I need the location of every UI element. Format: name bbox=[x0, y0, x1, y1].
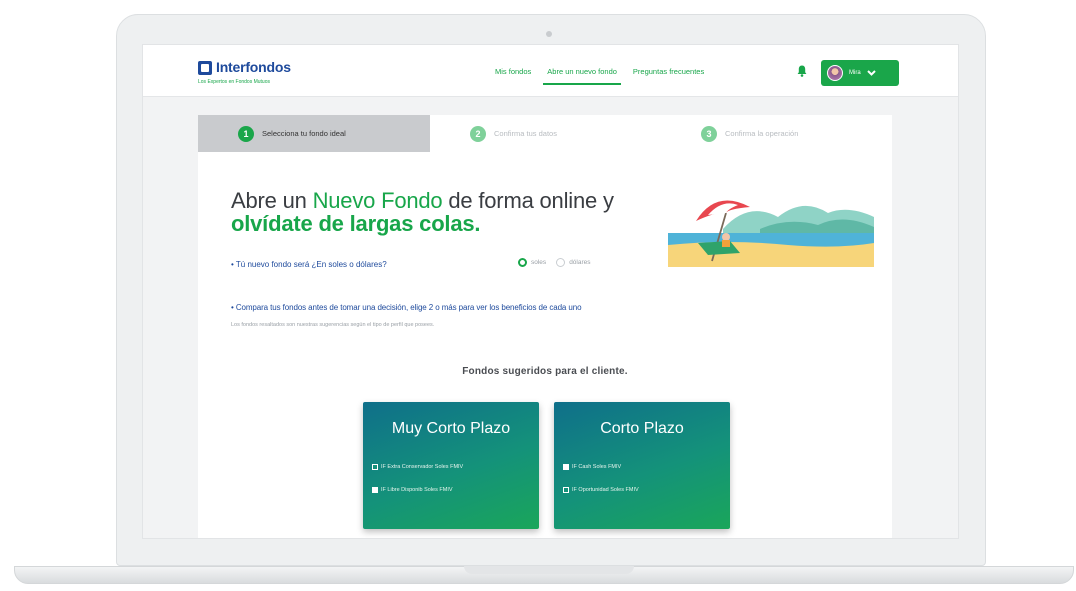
step-label: Selecciona tu fondo ideal bbox=[262, 129, 346, 138]
user-menu-button[interactable]: Mira bbox=[821, 60, 899, 86]
laptop-mockup: Interfondos Los Expertos en Fondos Mutuo… bbox=[0, 0, 1076, 591]
card-title: Muy Corto Plazo bbox=[391, 420, 511, 437]
page-headline: Abre un Nuevo Fondo de forma online y ol… bbox=[231, 189, 651, 235]
fund-option[interactable]: IF Extra Conservador Soles FMIV bbox=[372, 464, 463, 470]
step-number: 3 bbox=[701, 125, 717, 142]
card-title: Corto Plazo bbox=[600, 420, 684, 437]
main-nav: Mis fondos Abre un nuevo fondo Preguntas… bbox=[495, 67, 720, 85]
compare-instruction: • Compara tus fondos antes de tomar una … bbox=[231, 303, 582, 312]
top-navbar: Interfondos Los Expertos en Fondos Mutuo… bbox=[143, 45, 958, 97]
step-label: Confirma tus datos bbox=[494, 129, 557, 138]
currency-option-soles: soles bbox=[531, 259, 547, 266]
beach-illustration bbox=[668, 200, 874, 267]
nav-abre-nuevo-fondo[interactable]: Abre un nuevo fondo bbox=[543, 67, 621, 85]
brand-tagline: Los Expertos en Fondos Mutuos bbox=[198, 79, 270, 85]
nav-mis-fondos[interactable]: Mis fondos bbox=[495, 67, 531, 76]
chevron-down-icon bbox=[866, 70, 876, 76]
step-number: 2 bbox=[470, 125, 486, 142]
checkbox[interactable] bbox=[563, 487, 569, 493]
fund-option-label: IF Oportunidad Soles FMIV bbox=[572, 487, 639, 493]
currency-option-dolares: dólares bbox=[569, 259, 591, 266]
user-name: Mira bbox=[849, 70, 861, 76]
checkbox[interactable] bbox=[372, 487, 378, 493]
currency-question: • Tú nuevo fondo será ¿En soles o dólare… bbox=[231, 260, 387, 269]
laptop-notch bbox=[464, 566, 634, 574]
step-1[interactable]: 1 Selecciona tu fondo ideal bbox=[198, 115, 430, 152]
browser-screen: Interfondos Los Expertos en Fondos Mutuo… bbox=[142, 44, 959, 539]
compare-note: Los fondos resaltados son nuestras suger… bbox=[231, 322, 435, 328]
checkbox[interactable] bbox=[372, 464, 378, 470]
headline-highlight-1: Nuevo Fondo bbox=[312, 188, 443, 213]
camera-dot bbox=[546, 31, 552, 37]
bell-icon[interactable] bbox=[797, 65, 807, 77]
headline-part2: de forma online y bbox=[442, 188, 614, 213]
logo-mark-icon bbox=[198, 61, 212, 75]
step-label: Confirma la operación bbox=[725, 129, 799, 138]
fund-option[interactable]: IF Cash Soles FMIV bbox=[563, 464, 621, 470]
checkbox[interactable] bbox=[563, 464, 569, 470]
headline-highlight-2: olvídate de largas colas. bbox=[231, 211, 481, 236]
fund-option-label: IF Libre Disponib Soles FMIV bbox=[381, 487, 453, 493]
headline-part1: Abre un bbox=[231, 188, 313, 213]
suggested-funds-title: Fondos sugeridos para el cliente. bbox=[462, 366, 628, 377]
fund-card-muy-corto-plazo[interactable]: Muy Corto Plazo IF Extra Conservador Sol… bbox=[363, 402, 539, 529]
currency-selector: soles dólares bbox=[518, 258, 601, 267]
radio-soles[interactable] bbox=[518, 258, 527, 267]
avatar bbox=[827, 65, 843, 81]
step-progress: 1 Selecciona tu fondo ideal 2 Confirma t… bbox=[198, 115, 892, 152]
nav-preguntas-frecuentes[interactable]: Preguntas frecuentes bbox=[633, 67, 704, 76]
brand-name: Interfondos bbox=[216, 59, 291, 75]
fund-option[interactable]: IF Oportunidad Soles FMIV bbox=[563, 487, 639, 493]
radio-dolares[interactable] bbox=[556, 258, 566, 267]
fund-option-label: IF Cash Soles FMIV bbox=[572, 464, 622, 470]
fund-option-label: IF Extra Conservador Soles FMIV bbox=[381, 464, 464, 470]
step-number: 1 bbox=[238, 125, 254, 142]
fund-option[interactable]: IF Libre Disponib Soles FMIV bbox=[372, 487, 453, 493]
content-panel: 1 Selecciona tu fondo ideal 2 Confirma t… bbox=[198, 115, 892, 538]
step-3: 3 Confirma la operación bbox=[661, 115, 892, 152]
fund-card-corto-plazo[interactable]: Corto Plazo IF Cash Soles FMIV IF Oportu… bbox=[554, 402, 730, 529]
step-2: 2 Confirma tus datos bbox=[430, 115, 661, 152]
